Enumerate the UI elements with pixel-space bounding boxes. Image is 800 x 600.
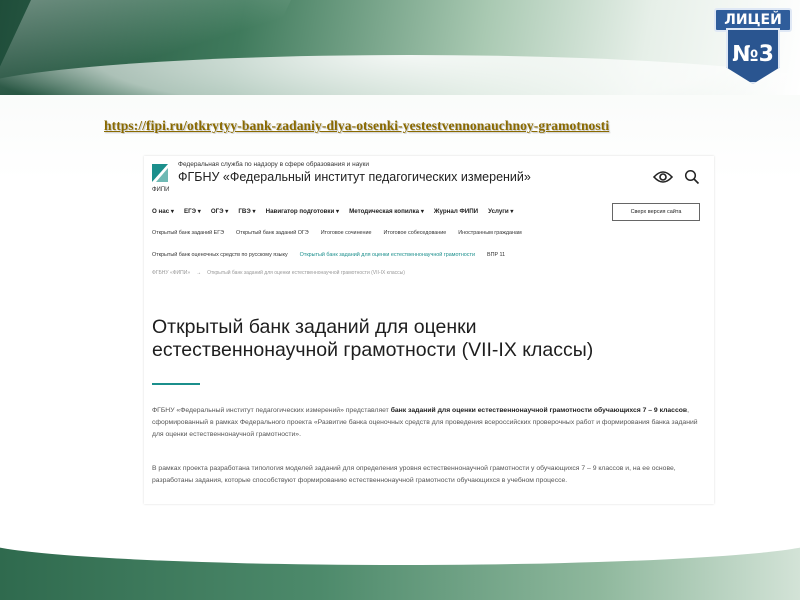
subnav-item-russian-bank[interactable]: Открытый банк оценочных средств по русск… — [152, 252, 288, 258]
subnav-item-oge-bank[interactable]: Открытый банк заданий ОГЭ — [236, 230, 309, 236]
nav-item-journal[interactable]: Журнал ФИПИ — [434, 208, 478, 215]
breadcrumb: ФГБНУ «ФИПИ» → Открытый банк заданий для о… — [152, 270, 405, 276]
nav-item-about[interactable]: О нас ▾ — [152, 208, 174, 215]
slide-footer-band — [0, 515, 800, 600]
source-url-link[interactable]: https://fipi.ru/otkrytyy-bank-zadaniy-dl… — [104, 118, 724, 134]
breadcrumb-current: Открытый банк заданий для оценки естеств… — [207, 270, 405, 276]
subnav-item-final-interview[interactable]: Итоговое собеседование — [384, 230, 447, 236]
subnav-item-vpr11[interactable]: ВПР 11 — [487, 252, 505, 258]
page-title-line-1: Открытый банк заданий для оценки — [152, 316, 477, 338]
sub-nav-row-2: Открытый банк оценочных средств по русск… — [152, 252, 505, 258]
org-parent-label: Федеральная служба по надзору в сфере об… — [178, 161, 369, 168]
intro-paragraph: ФГБНУ «Федеральный институт педагогическ… — [152, 405, 706, 441]
nav-item-navigator[interactable]: Навигатор подготовки ▾ — [266, 208, 340, 215]
title-underline — [152, 383, 200, 385]
main-nav: О нас ▾ ЕГЭ ▾ ОГЭ ▾ ГВЭ ▾ Навигатор подг… — [152, 208, 514, 215]
nav-item-methodical[interactable]: Методическая копилка ▾ — [349, 208, 424, 215]
fipi-logo-icon — [152, 164, 168, 182]
eye-icon[interactable] — [653, 170, 673, 184]
visually-impaired-button[interactable]: Сверх версия сайта — [612, 203, 700, 221]
page-title: Открытый банк заданий для оценки естеств… — [152, 316, 692, 362]
nav-item-gve[interactable]: ГВЭ ▾ — [238, 208, 255, 215]
subnav-item-science-literacy-bank[interactable]: Открытый банк заданий для оценки естеств… — [300, 252, 475, 258]
nav-item-ege[interactable]: ЕГЭ ▾ — [184, 208, 201, 215]
page-title-line-2: естественнонаучной грамотности (VII-IX к… — [152, 339, 594, 361]
subnav-item-final-essay[interactable]: Итоговое сочинение — [321, 230, 372, 236]
subnav-item-foreign-citizens[interactable]: Иностранным гражданам — [458, 230, 521, 236]
slide-header-band — [0, 0, 800, 95]
subnav-item-ege-bank[interactable]: Открытый банк заданий ЕГЭ — [152, 230, 224, 236]
org-name: ФГБНУ «Федеральный институт педагогическ… — [178, 170, 531, 184]
nav-item-services[interactable]: Услуги ▾ — [488, 208, 513, 215]
lyceum-badge: ЛИЦЕЙ №3 — [706, 4, 796, 88]
search-icon[interactable] — [684, 169, 700, 185]
project-paragraph: В рамках проекта разработана типология м… — [152, 465, 676, 484]
intro-text-bold: банк заданий для оценки естественнонаучн… — [390, 407, 688, 414]
breadcrumb-home[interactable]: ФГБНУ «ФИПИ» — [152, 270, 190, 276]
intro-text-start: ФГБНУ «Федеральный институт педагогическ… — [152, 407, 391, 414]
breadcrumb-arrow-icon: → — [196, 270, 202, 276]
sub-nav-row-1: Открытый банк заданий ЕГЭ Открытый банк … — [152, 230, 522, 236]
website-screenshot: Федеральная служба по надзору в сфере об… — [144, 156, 714, 504]
nav-item-oge[interactable]: ОГЭ ▾ — [211, 208, 229, 215]
fipi-label: ФИПИ — [152, 187, 170, 193]
badge-number: №3 — [726, 28, 780, 84]
